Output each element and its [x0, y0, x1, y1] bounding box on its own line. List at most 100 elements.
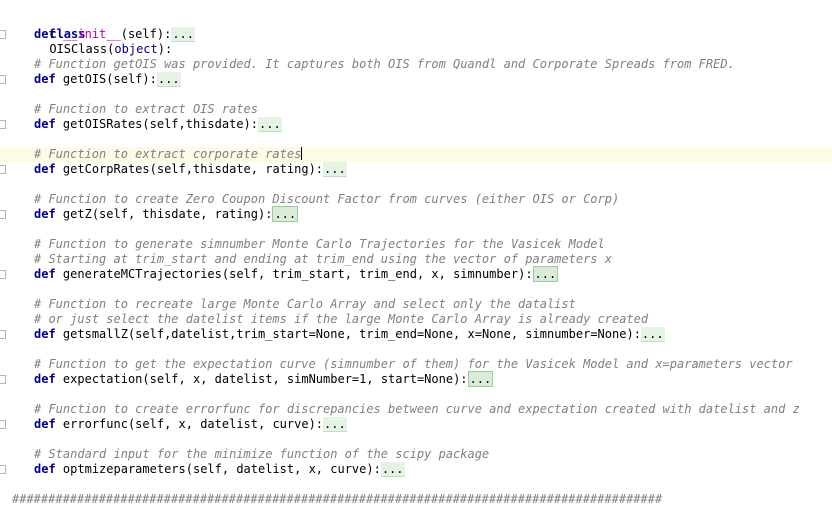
keyword-def: def [34, 372, 56, 386]
fold-marker-icon[interactable] [0, 30, 6, 39]
code-comment: # Function to get the expectation curve … [34, 357, 793, 371]
folded-code-placeholder[interactable]: ... [171, 27, 195, 42]
function-name: getCorpRates [62, 162, 150, 176]
code-line[interactable]: def generateMCTrajectories(self, trim_st… [0, 266, 832, 282]
fold-marker-icon[interactable] [0, 465, 6, 474]
function-name: errorfunc [62, 417, 128, 431]
code-comment: # Function to generate simnumber Monte C… [34, 237, 605, 251]
function-args: (self,datelist,trim_start=None, trim_end… [127, 327, 634, 341]
code-line-class[interactable]: class OISClass(object): [0, 12, 832, 56]
colon: : [525, 267, 533, 281]
function-args: (self, x, datelist, curve) [127, 417, 316, 431]
code-line[interactable]: def getOIS(self):... [0, 72, 832, 87]
code-line[interactable]: def errorfunc(self, x, datelist, curve):… [0, 417, 832, 432]
folded-code-placeholder[interactable]: ... [272, 206, 299, 222]
keyword-def: def [34, 207, 56, 221]
code-line[interactable] [0, 222, 832, 237]
code-line[interactable]: def expectation(self, x, datelist, simNu… [0, 371, 832, 387]
code-line[interactable]: def getZ(self, thisdate, rating):... [0, 206, 832, 222]
folded-code-placeholder[interactable]: ... [640, 327, 665, 342]
code-line[interactable] [0, 342, 832, 357]
fold-marker-icon[interactable] [0, 75, 6, 84]
folded-code-placeholder[interactable]: ... [380, 462, 405, 477]
code-line[interactable]: # Function getOIS was provided. It captu… [0, 57, 832, 72]
keyword-def: def [34, 417, 56, 431]
code-comment: # Function to create Zero Coupon Discoun… [34, 192, 620, 206]
code-comment: # or just select the datelist items if t… [34, 312, 649, 326]
function-args: (self, trim_start, trim_end, x, simnumbe… [221, 267, 526, 281]
colon: : [460, 372, 468, 386]
code-line[interactable]: # Function to recreate large Monte Carlo… [0, 297, 832, 312]
function-name: expectation [62, 372, 143, 386]
code-line[interactable] [0, 387, 832, 402]
fold-marker-icon[interactable] [0, 330, 6, 339]
fold-marker-icon[interactable] [0, 270, 6, 279]
text-caret [301, 147, 303, 160]
code-line[interactable]: def getsmallZ(self,datelist,trim_start=N… [0, 327, 832, 342]
colon: : [373, 462, 381, 476]
code-comment: # Function to extract corporate rates [34, 147, 302, 161]
function-args: (self, thisdate, rating) [91, 207, 266, 221]
code-line[interactable]: # or just select the datelist items if t… [0, 312, 832, 327]
code-line[interactable]: def __init__(self):... [0, 27, 832, 42]
function-name: generateMCTrajectories [62, 267, 222, 281]
code-line[interactable] [0, 87, 832, 102]
colon: : [250, 117, 259, 131]
code-line[interactable]: # Starting at trim_start and ending at t… [0, 252, 832, 267]
code-line[interactable]: def getCorpRates(self,thisdate, rating):… [0, 162, 832, 177]
folded-code-placeholder[interactable]: ... [156, 72, 181, 87]
code-line[interactable]: # Function to extract OIS rates [0, 102, 832, 117]
code-line[interactable] [0, 132, 832, 147]
keyword-def: def [34, 27, 56, 41]
colon: : [149, 72, 157, 86]
fold-marker-icon[interactable] [0, 165, 6, 174]
function-args: (self) [120, 27, 165, 41]
code-line[interactable]: # Standard input for the minimize functi… [0, 447, 832, 462]
keyword-def: def [34, 162, 56, 176]
fold-marker-icon[interactable] [0, 420, 6, 429]
code-editor[interactable]: class OISClass(object): def __init__(sel… [0, 0, 832, 509]
code-line[interactable]: def optmizeparameters(self, datelist, x,… [0, 462, 832, 477]
function-name: optmizeparameters [62, 462, 186, 476]
code-line[interactable]: # Function to create Zero Coupon Discoun… [0, 192, 832, 207]
fold-marker-icon[interactable] [0, 375, 6, 384]
code-line[interactable] [0, 177, 832, 192]
folded-code-placeholder[interactable]: ... [532, 266, 559, 282]
code-line[interactable]: # Function to generate simnumber Monte C… [0, 237, 832, 252]
fold-marker-icon[interactable] [0, 210, 6, 219]
code-comment: # Function to extract OIS rates [34, 102, 258, 116]
code-line[interactable]: ########################################… [0, 492, 832, 507]
colon: : [633, 327, 641, 341]
code-line[interactable]: def getOISRates(self,thisdate):... [0, 117, 832, 132]
fold-marker-icon[interactable] [0, 120, 6, 129]
colon: : [315, 162, 324, 176]
function-name: getZ [62, 207, 92, 221]
folded-code-placeholder[interactable]: ... [323, 162, 347, 177]
folded-code-placeholder[interactable]: ... [258, 117, 282, 132]
function-name: getsmallZ [62, 327, 128, 341]
code-comment: # Function getOIS was provided. It captu… [34, 57, 735, 71]
code-line[interactable] [0, 477, 832, 492]
keyword-def: def [34, 72, 56, 86]
function-args: (self) [106, 72, 150, 86]
code-comment: # Function to create errorfunc for discr… [34, 402, 800, 416]
function-args: (self,thisdate, rating) [149, 162, 316, 176]
code-comment: # Starting at trim_start and ending at t… [34, 252, 612, 266]
code-line[interactable]: # Function to create errorfunc for discr… [0, 402, 832, 417]
function-args: (self,thisdate) [142, 117, 251, 131]
keyword-def: def [34, 462, 56, 476]
keyword-def: def [34, 267, 56, 281]
code-line[interactable] [0, 42, 832, 57]
code-line[interactable]: # Function to extract corporate rates [0, 147, 832, 162]
function-args: (self, datelist, x, curve) [185, 462, 374, 476]
keyword-def: def [34, 117, 56, 131]
separator-comment: ########################################… [12, 492, 663, 506]
folded-code-placeholder[interactable]: ... [323, 417, 347, 432]
code-line[interactable] [0, 282, 832, 297]
code-comment: # Standard input for the minimize functi… [34, 447, 490, 461]
colon: : [315, 417, 324, 431]
code-line[interactable]: # Function to get the expectation curve … [0, 357, 832, 372]
folded-code-placeholder[interactable]: ... [467, 371, 494, 387]
function-name: getOISRates [62, 117, 143, 131]
code-line[interactable] [0, 432, 832, 447]
